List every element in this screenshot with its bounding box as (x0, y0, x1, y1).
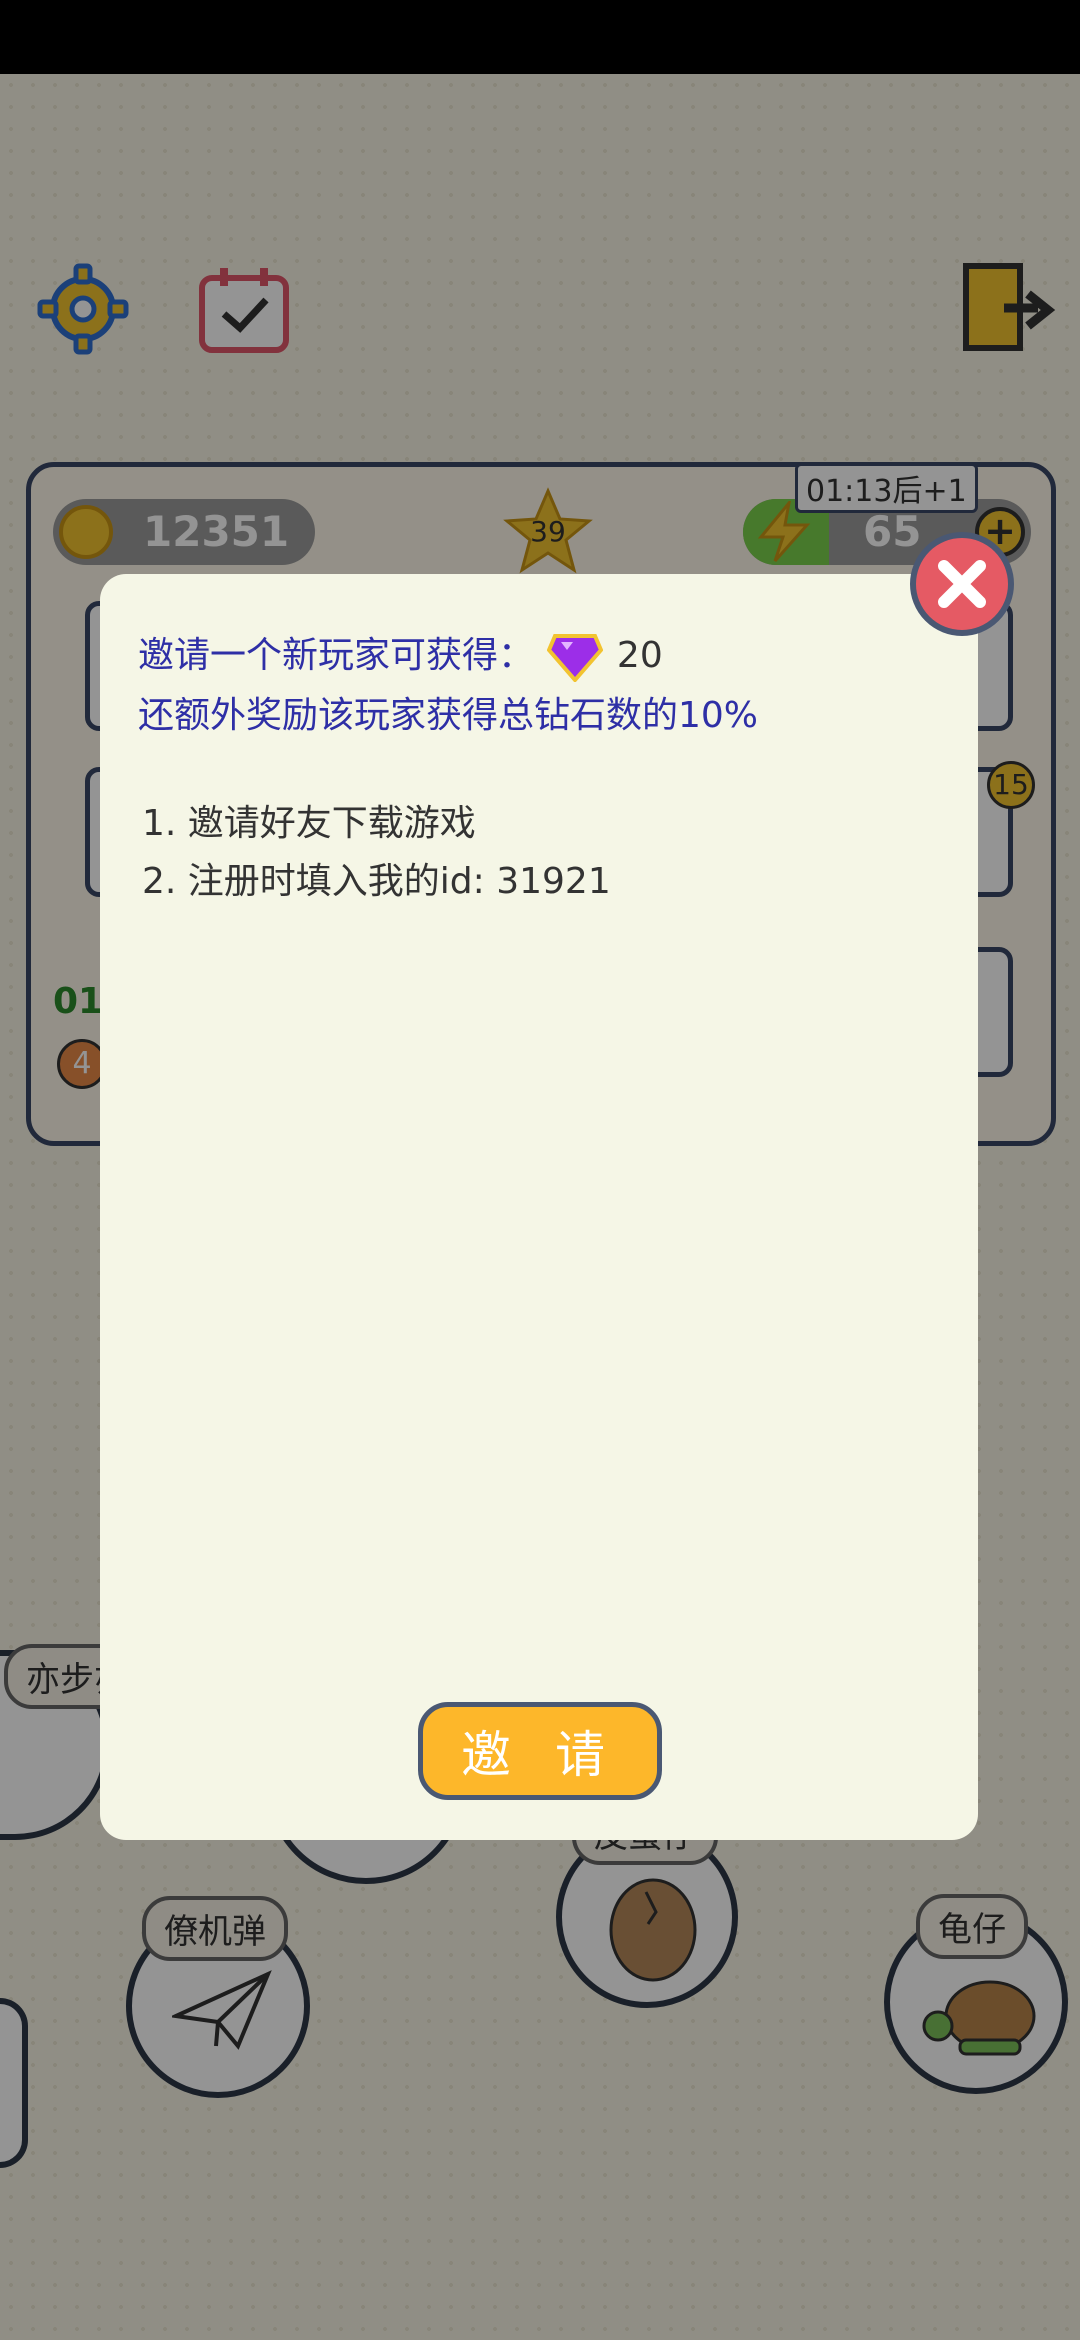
close-icon (938, 560, 986, 608)
invite-dialog: 邀请一个新玩家可获得： 20 还额外奖励该玩家获得总钻石数的10% 1. 邀请好… (100, 574, 978, 1840)
close-button[interactable] (910, 532, 1014, 636)
bonus-line: 还额外奖励该玩家获得总钻石数的10% (138, 695, 759, 736)
reward-line: 邀请一个新玩家可获得： 20 (138, 626, 663, 684)
reward-amount: 20 (616, 635, 663, 676)
invite-button[interactable]: 邀 请 (418, 1702, 662, 1800)
status-bar (0, 0, 1080, 74)
step-1: 1. 邀请好友下载游戏 (142, 803, 476, 844)
diamond-icon (547, 634, 604, 684)
step-2: 2. 注册时填入我的id: 31921 (142, 861, 611, 902)
